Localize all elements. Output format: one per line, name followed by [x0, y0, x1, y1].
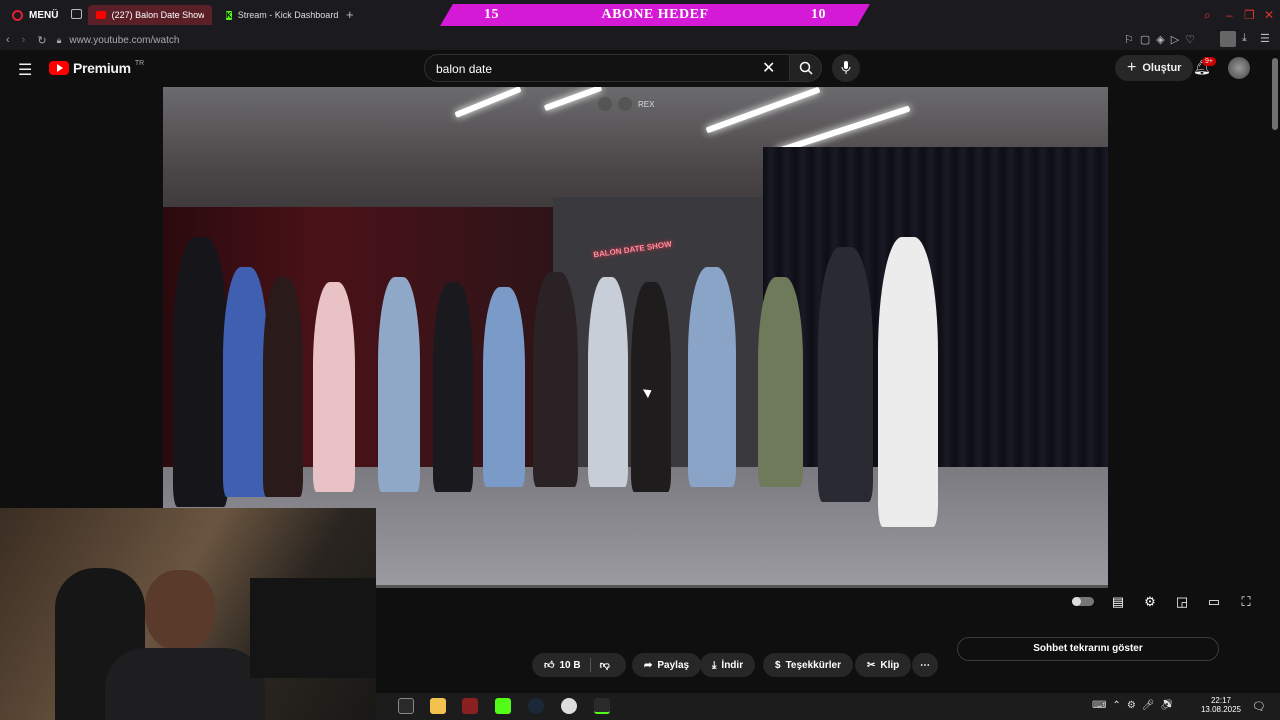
downloads-icon[interactable]: ⤓	[1242, 32, 1247, 45]
banner-right-count: 10	[810, 7, 826, 22]
notifications-badge: 9+	[1202, 57, 1216, 66]
new-tab-button[interactable]: +	[346, 7, 354, 22]
tab-youtube[interactable]: (227) Balon Date Show 1?	[88, 5, 212, 25]
voice-search-button[interactable]	[832, 54, 860, 82]
theater-mode-icon[interactable]: ▭	[1205, 594, 1223, 610]
download-icon: ⤓	[712, 659, 717, 671]
dark-shelf	[250, 578, 376, 678]
settings-gear-icon[interactable]: ⚙	[1141, 594, 1159, 610]
share-button[interactable]: ➦ Paylaş	[632, 653, 702, 677]
scissors-icon: ✂	[867, 659, 876, 671]
youtube-play-logo-icon	[49, 61, 69, 75]
search-input-value: balon date	[436, 62, 493, 76]
overlay-label: REX	[638, 99, 655, 109]
restore-icon[interactable]: ❐	[1244, 8, 1255, 22]
youtube-favicon-icon	[96, 11, 106, 19]
hamburger-menu-icon[interactable]: ☰	[18, 60, 32, 80]
progress-bar[interactable]	[376, 585, 1108, 588]
taskbar-game-icon[interactable]	[462, 698, 478, 714]
minimize-icon[interactable]: –	[1226, 8, 1233, 22]
file-explorer-icon[interactable]	[430, 698, 446, 714]
clip-label: Klip	[880, 659, 900, 671]
tab-manager-icon[interactable]	[71, 9, 82, 19]
video-overlay-controls[interactable]: REX	[598, 97, 654, 111]
menu-label: MENÜ	[29, 9, 59, 21]
streamer-head	[145, 570, 215, 650]
notification-center-icon[interactable]: 🗨︎	[1252, 700, 1266, 713]
clock[interactable]: 22:17 13.08.2025	[1200, 696, 1242, 714]
tab-title: (227) Balon Date Show 1?	[111, 10, 204, 20]
streamer-webcam-overlay	[0, 508, 376, 720]
show-chat-replay-button[interactable]: Sohbet tekrarını göster	[957, 637, 1219, 661]
subtitles-icon[interactable]: ▤	[1109, 594, 1127, 610]
region-code: TR	[134, 59, 145, 67]
super-thanks-icon: $	[775, 659, 781, 671]
account-avatar[interactable]	[1228, 57, 1250, 79]
opera-menu-button[interactable]: MENÜ	[6, 6, 66, 24]
autoplay-toggle[interactable]	[1072, 597, 1094, 606]
overlay-copy-icon[interactable]	[598, 97, 612, 111]
thumbs-up-icon[interactable]: 👍︎	[544, 659, 554, 671]
clock-date: 13.08.2025	[1200, 705, 1242, 714]
taskbar-kick-app-icon[interactable]	[594, 698, 610, 714]
browser-menu-icon[interactable]: ☰	[1260, 32, 1270, 45]
reload-icon[interactable]: ↻	[37, 34, 46, 47]
taskbar-app-icon[interactable]	[398, 698, 414, 714]
overlay-exit-icon[interactable]	[618, 97, 632, 111]
obs-icon[interactable]	[561, 698, 577, 714]
create-label: Oluştur	[1142, 62, 1182, 74]
banner-title: ABONE HEDEF	[601, 7, 709, 22]
thumbs-down-icon[interactable]: 👎︎	[600, 659, 610, 671]
address-bar: ‹ › ↻ 🔒︎ www.youtube.com/watch	[0, 30, 1280, 50]
search-tabs-icon[interactable]: ⌕	[1204, 8, 1211, 23]
thanks-label: Teşekkürler	[785, 659, 841, 671]
more-actions-button[interactable]: ⋯	[912, 653, 938, 677]
streamer-body	[105, 648, 265, 720]
kick-favicon-icon: K	[226, 10, 232, 20]
youtube-logo[interactable]: Premium TR	[49, 60, 144, 76]
url-text[interactable]: www.youtube.com/watch	[69, 35, 179, 46]
profile-avatar[interactable]	[1220, 31, 1236, 47]
youtube-premium-label: Premium	[73, 60, 131, 76]
banner-left-count: 15	[484, 7, 499, 22]
clip-button[interactable]: ✂ Klip	[855, 653, 912, 677]
download-button[interactable]: ⤓ İndir	[700, 653, 756, 677]
page-scrollbar[interactable]	[1270, 50, 1280, 690]
address-bar-extensions[interactable]: ⚐▢◈▷♡	[1124, 33, 1201, 46]
system-tray-icons[interactable]: ⌨⌃⚙🎤︎🔊︎	[1092, 700, 1179, 711]
share-label: Paylaş	[657, 659, 690, 671]
kick-app-icon[interactable]	[495, 698, 511, 714]
subscriber-goal-banner: 15 ABONE HEDEF 10	[440, 4, 870, 26]
player-controls-bar	[376, 585, 1270, 620]
scrollbar-thumb[interactable]	[1272, 58, 1278, 130]
steam-icon[interactable]	[528, 698, 544, 714]
miniplayer-icon[interactable]: ◲	[1173, 594, 1191, 610]
fullscreen-icon[interactable]: ⛶	[1237, 594, 1255, 610]
back-icon[interactable]: ‹	[6, 34, 10, 46]
close-icon[interactable]: ✕	[1264, 8, 1274, 22]
plus-icon: +	[1127, 59, 1137, 76]
download-label: İndir	[721, 659, 744, 671]
lock-icon: 🔒︎	[56, 34, 62, 45]
clock-time: 22:17	[1210, 696, 1232, 705]
opera-logo-icon	[12, 9, 23, 21]
microphone-icon	[841, 61, 851, 74]
share-arrow-icon: ➦	[644, 659, 653, 671]
search-icon	[799, 61, 813, 75]
tab-title: Stream - Kick Dashboard	[237, 10, 339, 20]
like-count: 10 B	[559, 659, 581, 671]
create-button[interactable]: + Oluştur	[1115, 55, 1194, 81]
like-dislike-group[interactable]: 👍︎ 10 B 👎︎	[532, 653, 626, 677]
search-input[interactable]: balon date	[424, 54, 790, 82]
tab-kick-dashboard[interactable]: K Stream - Kick Dashboard	[218, 5, 342, 25]
thanks-button[interactable]: $ Teşekkürler	[763, 653, 853, 677]
more-icon: ⋯	[920, 659, 930, 671]
forward-icon[interactable]: ›	[22, 34, 26, 46]
search-button[interactable]	[790, 54, 822, 82]
clear-search-icon[interactable]: ✕	[762, 58, 775, 78]
